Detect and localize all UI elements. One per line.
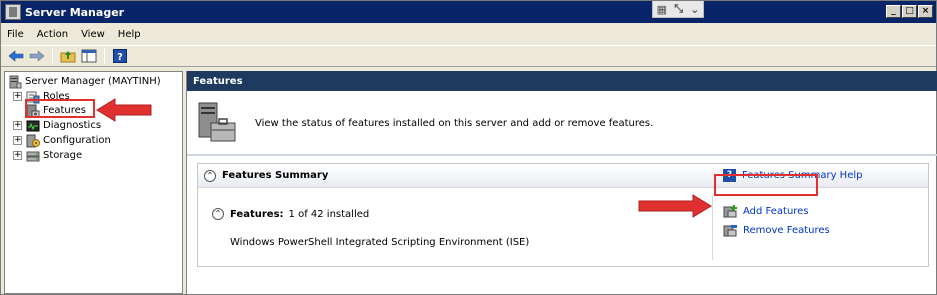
console-tree-icon — [81, 49, 97, 63]
expand-icon[interactable]: ⤡ — [674, 2, 683, 16]
expand-diagnostics-icon[interactable]: + — [13, 121, 22, 130]
intro-text: View the status of features installed on… — [255, 117, 654, 129]
red-arrow-icon — [638, 194, 712, 218]
show-hide-console-tree-button[interactable] — [80, 47, 98, 65]
menu-help[interactable]: Help — [118, 29, 141, 40]
folder-up-icon — [60, 51, 76, 63]
add-features-icon — [723, 204, 737, 218]
forward-arrow-icon — [29, 50, 45, 62]
server-manager-window: Server Manager ▦ ⤡ ⌄ _ □ × File Action V… — [0, 0, 937, 295]
svg-text:?: ? — [117, 52, 123, 63]
tree-item-configuration-label: Configuration — [43, 135, 111, 146]
details-pane: Features View the status of features ins… — [186, 71, 937, 294]
features-label: Features: — [230, 208, 284, 220]
title-bar[interactable]: Server Manager ▦ ⤡ ⌄ _ □ × — [1, 1, 936, 23]
chevron-down-icon[interactable]: ⌄ — [690, 3, 699, 16]
forward-button[interactable] — [28, 47, 46, 65]
remove-features-link[interactable]: Remove Features — [723, 223, 830, 237]
remove-features-icon — [723, 223, 737, 237]
section-divider — [187, 154, 937, 156]
menu-bar: File Action View Help — [1, 24, 936, 44]
server-toolbox-icon — [195, 101, 237, 145]
maximize-button[interactable]: □ — [902, 5, 917, 18]
back-arrow-icon — [8, 50, 24, 62]
tree-item-diagnostics-label: Diagnostics — [43, 120, 102, 131]
window-title: Server Manager — [25, 5, 125, 19]
storage-icon — [26, 149, 40, 163]
features-annotation-box — [25, 99, 95, 118]
remove-features-label: Remove Features — [743, 224, 830, 236]
toolbar-separator — [52, 48, 53, 64]
snap-toolbar: ▦ ⤡ ⌄ — [652, 1, 704, 18]
tree-root-label: Server Manager (MAYTINH) — [25, 76, 161, 87]
tree-item-configuration[interactable]: + Configuration — [13, 133, 111, 148]
help-icon: ? — [113, 49, 127, 63]
features-count-row: ⌃ Features: 1 of 42 installed — [212, 208, 369, 220]
back-button[interactable] — [7, 47, 25, 65]
diagnostics-icon — [26, 119, 40, 133]
red-arrow-icon — [96, 98, 152, 122]
page-title: Features — [187, 71, 937, 91]
window-controls: _ □ × — [886, 5, 933, 18]
toolbar-separator — [104, 48, 105, 64]
add-features-link[interactable]: Add Features — [723, 204, 809, 218]
features-summary-panel: ⌃ Features Summary ? Features Summary He… — [197, 163, 929, 267]
tree-item-root[interactable]: Server Manager (MAYTINH) — [8, 74, 161, 89]
up-one-level-button[interactable] — [59, 47, 77, 65]
close-button[interactable]: × — [918, 5, 933, 18]
console-tree: Server Manager (MAYTINH) + Roles Feature… — [4, 71, 183, 294]
menu-view[interactable]: View — [81, 29, 105, 40]
collapse-summary-icon[interactable]: ⌃ — [204, 169, 216, 182]
expand-configuration-icon[interactable]: + — [13, 136, 22, 145]
help-button[interactable]: ? — [111, 47, 129, 65]
add-features-label: Add Features — [743, 205, 809, 217]
features-summary-title: Features Summary — [222, 170, 329, 181]
tree-item-storage[interactable]: + Storage — [13, 148, 82, 163]
minimize-button[interactable]: _ — [886, 5, 901, 18]
add-features-annotation-box — [714, 174, 818, 196]
toolbar: ? — [1, 45, 936, 67]
server-manager-icon — [5, 4, 21, 20]
features-count: 1 of 42 installed — [288, 208, 370, 220]
server-manager-node-icon — [8, 75, 22, 89]
expand-storage-icon[interactable]: + — [13, 151, 22, 160]
tree-item-diagnostics[interactable]: + Diagnostics — [13, 118, 101, 133]
grid-icon[interactable]: ▦ — [657, 3, 667, 16]
features-actions: Add Features Remove Features — [712, 196, 926, 260]
installed-feature-item: Windows PowerShell Integrated Scripting … — [230, 237, 530, 248]
expand-roles-icon[interactable]: + — [13, 92, 22, 101]
menu-file[interactable]: File — [7, 29, 24, 40]
features-summary-header[interactable]: ⌃ Features Summary ? Features Summary He… — [198, 164, 928, 188]
tree-item-storage-label: Storage — [43, 150, 83, 161]
menu-action[interactable]: Action — [37, 29, 68, 40]
collapse-features-icon[interactable]: ⌃ — [212, 208, 224, 220]
configuration-icon — [26, 134, 40, 148]
intro-section: View the status of features installed on… — [195, 101, 935, 145]
